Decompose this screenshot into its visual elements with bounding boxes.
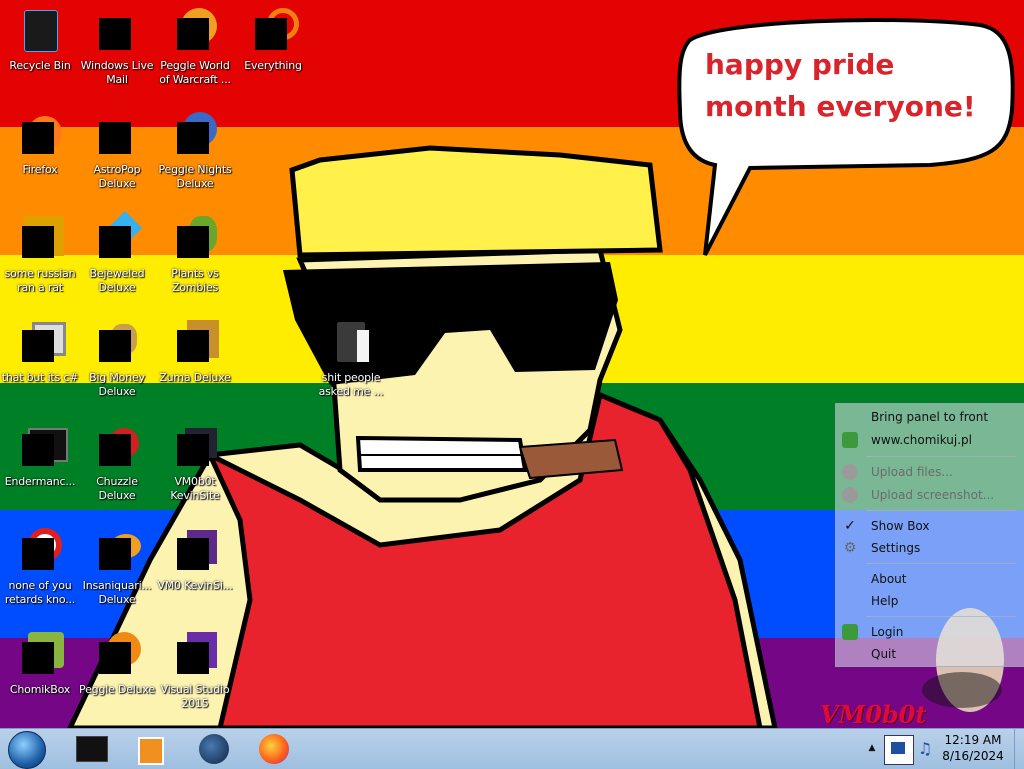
visual-studio-icon (171, 632, 219, 680)
desktop-icon-insaniquarium[interactable]: Insaniquari... Deluxe (77, 528, 157, 607)
menu-separator (866, 510, 1016, 511)
app-icon (16, 216, 64, 264)
menu-separator (866, 456, 1016, 457)
taskbar-pinned-firefox[interactable] (244, 731, 304, 767)
start-orb-icon (8, 731, 46, 769)
clock-date: 8/16/2024 (942, 749, 1004, 763)
money-bag-icon (93, 320, 141, 368)
plant-icon (171, 216, 219, 264)
taskbar-pinned-media-player[interactable] (120, 731, 180, 767)
recycle-bin-icon (16, 8, 64, 56)
terminal-icon (16, 424, 68, 472)
app-icon (16, 320, 66, 368)
desktop-icon-peggle-wow[interactable]: Peggle World of Warcraft ... (155, 8, 235, 87)
chomikbox-context-menu: Bring panel to front www.chomikuj.pl Upl… (835, 403, 1024, 667)
gear-icon: ⚙ (843, 540, 857, 556)
game-icon (93, 112, 141, 160)
gem-icon (93, 211, 142, 264)
menu-separator (866, 563, 1016, 564)
cmd-icon (76, 736, 108, 762)
watermark-text: VM0b0t (820, 700, 927, 729)
desktop-icon-big-money[interactable]: Big Money Deluxe (77, 320, 157, 399)
folder-icon (327, 320, 375, 368)
menu-item-help[interactable]: Help (836, 590, 1024, 612)
show-desktop-button[interactable] (1014, 729, 1024, 769)
menu-item-about[interactable]: About (836, 568, 1024, 590)
home-icon (842, 432, 858, 448)
desktop-icon-plants-vs-zombies[interactable]: Plants vs Zombies (155, 216, 235, 295)
menu-separator (866, 616, 1016, 617)
firefox-icon (16, 112, 64, 160)
desktop-icon-shit-people-asked[interactable]: shit people asked me ... (311, 320, 391, 399)
speech-bubble-text: happy pride month everyone! (705, 48, 976, 123)
search-icon (249, 8, 299, 56)
desktop-icon-astropop[interactable]: AstroPop Deluxe (77, 112, 157, 191)
desktop-icon-vm0b0t-kevinsite[interactable]: VM0b0t KevinSite (155, 424, 235, 503)
desktop-icon-chomikbox[interactable]: ChomikBox (0, 632, 80, 697)
login-icon (842, 624, 858, 640)
globe-icon (199, 734, 229, 764)
tray-chomikbox-icon[interactable] (884, 735, 914, 765)
menu-item-upload-files[interactable]: Upload files... (836, 461, 1024, 483)
app-icon (171, 424, 219, 472)
menu-item-settings[interactable]: ⚙ Settings (836, 537, 1024, 559)
desktop-icon-peggle-deluxe[interactable]: Peggle Deluxe (77, 632, 157, 697)
tray-volume-icon[interactable]: ♫ (914, 737, 936, 761)
menu-item-upload-screenshot[interactable]: Upload screenshot... (836, 484, 1024, 506)
chuzzle-icon (93, 424, 141, 472)
taskbar-pinned-cmd[interactable] (60, 731, 120, 767)
desktop-icon-everything[interactable]: Everything (233, 8, 313, 73)
peggle-icon (171, 8, 219, 56)
desktop-icon-that-but-csharp[interactable]: that but its c# (0, 320, 80, 385)
desktop-icon-vm0-kevinsite[interactable]: VM0 KevinSi... (155, 528, 235, 593)
desktop-icon-zuma[interactable]: Zuma Deluxe (155, 320, 235, 385)
desktop-icon-firefox[interactable]: Firefox (0, 112, 80, 177)
firefox-icon (259, 734, 289, 764)
taskbar-pinned-globe[interactable] (183, 731, 243, 767)
menu-item-login[interactable]: Login (836, 621, 1024, 643)
upload-icon (842, 464, 858, 480)
taskbar-clock[interactable]: 12:19 AM 8/16/2024 (936, 732, 1010, 764)
app-icon (171, 528, 219, 576)
peggle-icon (93, 632, 141, 680)
menu-item-chomikuj-website[interactable]: www.chomikuj.pl (836, 429, 1024, 451)
menu-item-quit[interactable]: Quit (836, 643, 1024, 665)
desktop-icon-bejeweled[interactable]: Bejeweled Deluxe (77, 211, 157, 295)
desktop-icon-endermanch[interactable]: Endermanc... (0, 424, 80, 489)
screenshot-icon (842, 487, 858, 503)
check-icon: ✓ (844, 518, 856, 534)
fish-icon (93, 528, 141, 576)
desktop-icon-chuzzle[interactable]: Chuzzle Deluxe (77, 424, 157, 503)
desktop-icon-visual-studio[interactable]: Visual Studio 2015 (155, 632, 235, 711)
opera-icon (16, 528, 64, 576)
media-player-icon (138, 737, 164, 765)
peggle-icon (171, 112, 219, 160)
desktop-icon-none-of-you[interactable]: none of you retards kno... (0, 528, 80, 607)
hamster-icon (16, 632, 64, 680)
tray-show-hidden-icons[interactable]: ▲ (866, 741, 878, 755)
desktop-icon-peggle-nights[interactable]: Peggle Nights Deluxe (155, 112, 235, 191)
menu-item-show-box[interactable]: ✓ Show Box (836, 515, 1024, 537)
mail-icon (93, 8, 141, 56)
desktop-icon-recycle-bin[interactable]: Recycle Bin (0, 8, 80, 73)
zuma-icon (171, 320, 219, 368)
desktop-icon-windows-live-mail[interactable]: Windows Live Mail (77, 8, 157, 87)
desktop-icon-russian-rat[interactable]: some russian ran a rat (0, 216, 80, 295)
menu-item-bring-panel-to-front[interactable]: Bring panel to front (836, 406, 1024, 428)
clock-time: 12:19 AM (944, 733, 1002, 747)
start-button[interactable] (4, 730, 48, 769)
taskbar: ▲ ♫ (0, 728, 1024, 769)
